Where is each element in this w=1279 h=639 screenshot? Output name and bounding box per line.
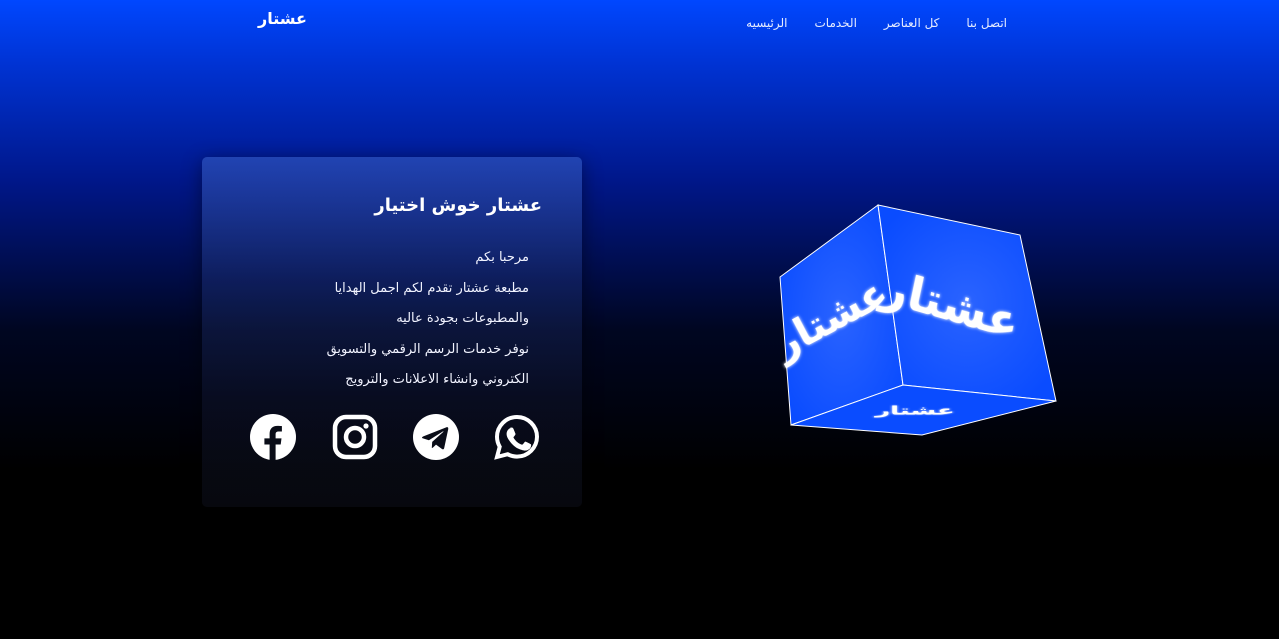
cube-face-text-bottom: عشتار: [874, 404, 955, 418]
nav-link-contact[interactable]: اتصل بنا: [966, 16, 1007, 30]
telegram-link[interactable]: [412, 413, 460, 461]
nav-item-contact: اتصل بنا: [966, 12, 1007, 31]
nav-item-services: الخدمات: [814, 12, 856, 31]
logo-cube: عشتار عشتار عشتار: [775, 200, 1065, 440]
whatsapp-link[interactable]: [493, 413, 541, 461]
nav-item-home: الرئيسيه: [746, 12, 787, 31]
facebook-link[interactable]: [249, 413, 297, 461]
instagram-link[interactable]: [331, 413, 379, 461]
instagram-icon: [332, 414, 378, 460]
card-line: والمطبوعات بجودة عاليه: [396, 311, 529, 326]
nav-link-services[interactable]: الخدمات: [814, 16, 856, 30]
nav-link-home[interactable]: الرئيسيه: [746, 16, 787, 30]
telegram-icon: [413, 414, 459, 460]
card-title: عشتار خوش اختيار: [374, 195, 542, 216]
cube-graphic: عشتار عشتار عشتار: [775, 204, 1057, 436]
facebook-icon: [250, 414, 296, 460]
social-links: [249, 413, 541, 461]
brand-logo-link[interactable]: عشتار: [258, 9, 307, 28]
nav-links: اتصل بنا كل العناصر الخدمات الرئيسيه: [746, 12, 1007, 31]
nav-item-all-items: كل العناصر: [884, 12, 939, 31]
card-line: نوفر خدمات الرسم الرقمي والتسويق: [326, 341, 529, 357]
card-line: مرحبا بكم: [475, 250, 529, 265]
navbar: عشتار اتصل بنا كل العناصر الخدمات الرئيس…: [0, 0, 1279, 40]
card-line: مطبعة عشتار تقدم لكم اجمل الهدايا: [334, 280, 529, 296]
nav-link-all-items[interactable]: كل العناصر: [884, 16, 939, 30]
card-line: الكتروني وانشاء الاعلانات والترويج: [345, 372, 529, 387]
card-text-lines: مرحبا بكم مطبعة عشتار تقدم لكم اجمل الهد…: [327, 243, 529, 396]
intro-card: عشتار خوش اختيار مرحبا بكم مطبعة عشتار ت…: [202, 157, 582, 507]
whatsapp-icon: [494, 414, 540, 460]
